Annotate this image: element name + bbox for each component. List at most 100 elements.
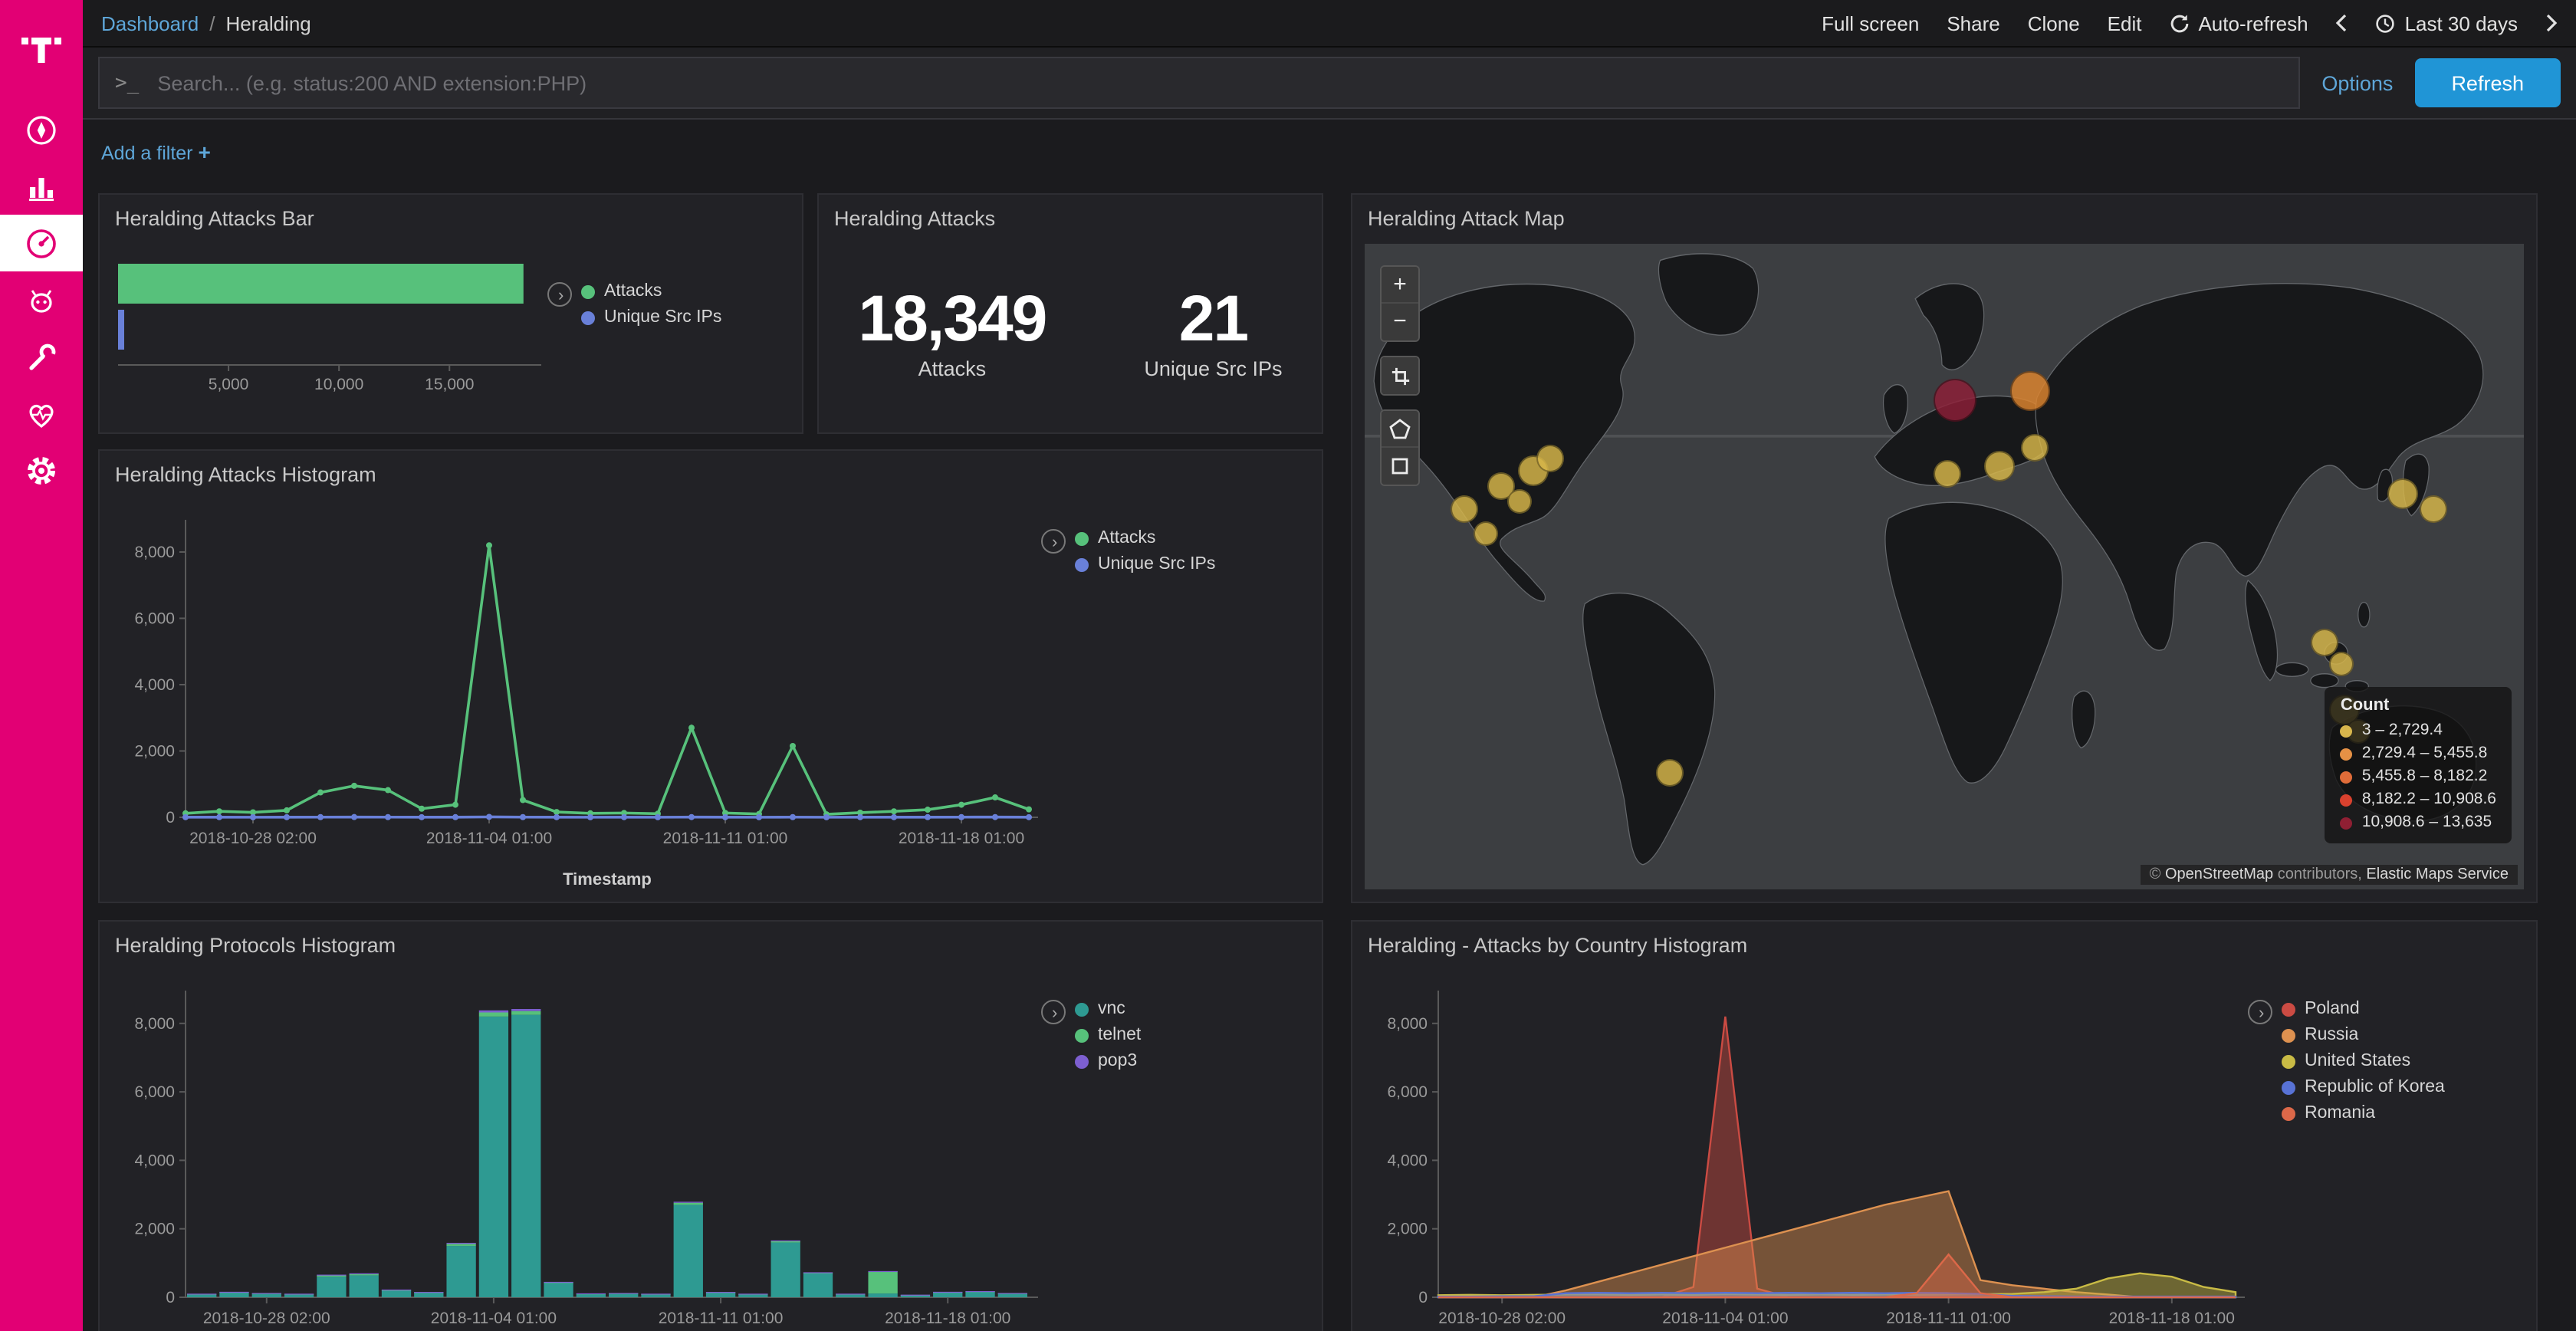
compass-icon bbox=[25, 113, 58, 146]
legend-item-united-states[interactable]: United States bbox=[2282, 1052, 2445, 1070]
attack-location-marker[interactable] bbox=[1983, 451, 2014, 481]
legend-item-pop3[interactable]: pop3 bbox=[1075, 1052, 1141, 1070]
draw-rectangle-button[interactable] bbox=[1382, 448, 1418, 485]
svg-text:15,000: 15,000 bbox=[425, 376, 474, 393]
legend-item-unique-src-ips[interactable]: Unique Src IPs bbox=[1075, 555, 1215, 573]
search-input[interactable] bbox=[154, 70, 2298, 96]
attacks-histogram-chart[interactable]: 02,0004,0006,0008,0002018-10-28 02:00201… bbox=[106, 492, 1041, 902]
metric-unique-src-ips: 21 Unique Src IPs bbox=[1144, 282, 1282, 380]
breadcrumb-separator: / bbox=[209, 12, 215, 35]
legend-dot-icon bbox=[1075, 1054, 1089, 1068]
t-mobile-logo[interactable] bbox=[0, 0, 83, 89]
svg-text:Timestamp: Timestamp bbox=[563, 869, 652, 889]
sidebar-item-dashboard[interactable] bbox=[0, 215, 83, 271]
svg-text:4,000: 4,000 bbox=[134, 676, 175, 694]
zoom-in-button[interactable]: + bbox=[1382, 267, 1418, 304]
full-screen-button[interactable]: Full screen bbox=[1822, 12, 1919, 35]
svg-text:0: 0 bbox=[166, 1289, 175, 1306]
svg-text:2018-11-18 01:00: 2018-11-18 01:00 bbox=[2109, 1310, 2235, 1327]
share-button[interactable]: Share bbox=[1947, 12, 1999, 35]
svg-text:2018-11-11 01:00: 2018-11-11 01:00 bbox=[659, 1310, 784, 1327]
heartbeat-icon bbox=[25, 396, 58, 430]
attack-location-marker[interactable] bbox=[2388, 479, 2419, 510]
add-filter-link[interactable]: Add a filter + bbox=[101, 140, 211, 164]
map-legend-row: 3 – 2,729.4 bbox=[2341, 719, 2496, 742]
svg-text:8,000: 8,000 bbox=[134, 544, 175, 561]
legend-toggle-icon[interactable]: › bbox=[2248, 1000, 2272, 1024]
attack-location-marker[interactable] bbox=[1536, 445, 1564, 472]
panel-attacks-metric: Heralding Attacks 18,349 Attacks 21 Uniq… bbox=[817, 193, 1323, 434]
panel-title: Heralding Attacks Histogram bbox=[100, 451, 1322, 492]
svg-text:8,000: 8,000 bbox=[1387, 1015, 1428, 1033]
map-legend-title: Count bbox=[2341, 696, 2496, 715]
fit-bounds-button[interactable] bbox=[1382, 357, 1418, 394]
panel-protocols-histogram: Heralding Protocols Histogram 02,0004,00… bbox=[98, 920, 1323, 1331]
attacks-bar-chart[interactable]: 5,00010,00015,000 bbox=[106, 236, 547, 425]
attack-location-marker[interactable] bbox=[2328, 652, 2353, 677]
legend-item-telnet[interactable]: telnet bbox=[1075, 1026, 1141, 1044]
attack-location-marker[interactable] bbox=[1474, 522, 1499, 547]
legend-toggle-icon[interactable]: › bbox=[1041, 529, 1066, 554]
sidebar-item-monitoring[interactable] bbox=[0, 385, 83, 442]
panel-attack-map: Heralding Attack Map bbox=[1351, 193, 2538, 903]
legend-toggle-icon[interactable]: › bbox=[1041, 1000, 1066, 1024]
sidebar-item-discover[interactable] bbox=[0, 101, 83, 158]
legend-dot-icon bbox=[2341, 771, 2353, 783]
svg-text:2018-11-11 01:00: 2018-11-11 01:00 bbox=[663, 830, 788, 847]
attack-location-marker[interactable] bbox=[2021, 433, 2049, 461]
edit-button[interactable]: Edit bbox=[2108, 12, 2142, 35]
elastic-maps-link[interactable]: Elastic Maps Service bbox=[2366, 866, 2509, 883]
time-back-button[interactable] bbox=[2336, 14, 2348, 32]
legend-item-russia[interactable]: Russia bbox=[2282, 1026, 2445, 1044]
attack-location-marker[interactable] bbox=[1933, 461, 1960, 488]
sidebar-item-dev-tools[interactable] bbox=[0, 328, 83, 385]
world-map[interactable]: + − bbox=[1365, 244, 2524, 889]
refresh-button[interactable]: Refresh bbox=[2414, 58, 2561, 107]
legend-dot-icon bbox=[581, 311, 595, 324]
options-link[interactable]: Options bbox=[2321, 71, 2393, 94]
sidebar-item-timelion[interactable] bbox=[0, 271, 83, 328]
chevron-right-icon bbox=[2545, 14, 2558, 32]
time-range-picker[interactable]: Last 30 days bbox=[2376, 12, 2518, 35]
legend-item-attacks[interactable]: Attacks bbox=[1075, 529, 1215, 547]
legend-item-vnc[interactable]: vnc bbox=[1075, 1000, 1141, 1018]
svg-text:0: 0 bbox=[166, 809, 175, 827]
breadcrumb-dashboard-link[interactable]: Dashboard bbox=[101, 12, 199, 35]
attack-location-marker[interactable] bbox=[1656, 759, 1684, 787]
openstreetmap-link[interactable]: OpenStreetMap bbox=[2165, 866, 2273, 883]
draw-polygon-button[interactable] bbox=[1382, 411, 1418, 448]
attack-location-marker[interactable] bbox=[2311, 629, 2338, 656]
attack-location-marker[interactable] bbox=[1506, 490, 1531, 514]
svg-text:4,000: 4,000 bbox=[134, 1152, 175, 1169]
attack-location-marker[interactable] bbox=[1451, 495, 1478, 522]
legend-dot-icon bbox=[2282, 1028, 2295, 1042]
svg-text:4,000: 4,000 bbox=[1387, 1152, 1428, 1169]
protocols-histogram-chart[interactable]: 02,0004,0006,0008,0002018-10-28 02:00201… bbox=[106, 963, 1041, 1331]
attack-location-marker[interactable] bbox=[2420, 496, 2447, 524]
legend-dot-icon bbox=[2282, 1054, 2295, 1068]
country-histogram-chart[interactable]: 02,0004,0006,0008,0002018-10-28 02:00201… bbox=[1359, 963, 2248, 1331]
sidebar-item-management[interactable] bbox=[0, 442, 83, 498]
wrench-icon bbox=[25, 340, 58, 373]
attack-location-marker[interactable] bbox=[1934, 380, 1976, 422]
panel-country-histogram: Heralding - Attacks by Country Histogram… bbox=[1351, 920, 2538, 1331]
rectangle-icon bbox=[1389, 455, 1411, 477]
auto-refresh-button[interactable]: Auto-refresh bbox=[2169, 12, 2308, 35]
legend-toggle-icon[interactable]: › bbox=[547, 282, 572, 307]
legend-item-republic-of-korea[interactable]: Republic of Korea bbox=[2282, 1078, 2445, 1096]
clone-button[interactable]: Clone bbox=[2028, 12, 2080, 35]
legend-item-unique-src-ips[interactable]: Unique Src IPs bbox=[581, 308, 721, 327]
sidebar-item-visualize[interactable] bbox=[0, 158, 83, 215]
legend-item-attacks[interactable]: Attacks bbox=[581, 282, 721, 301]
legend-dot-icon bbox=[2341, 725, 2353, 737]
svg-text:2018-11-11 01:00: 2018-11-11 01:00 bbox=[1886, 1310, 2011, 1327]
attack-location-marker[interactable] bbox=[2010, 370, 2050, 410]
time-forward-button[interactable] bbox=[2545, 14, 2558, 32]
zoom-out-button[interactable]: − bbox=[1382, 304, 1418, 340]
legend-item-romania[interactable]: Romania bbox=[2282, 1104, 2445, 1122]
legend-item-poland[interactable]: Poland bbox=[2282, 1000, 2445, 1018]
panel-attacks-histogram: Heralding Attacks Histogram 02,0004,0006… bbox=[98, 449, 1323, 903]
svg-text:2018-10-28 02:00: 2018-10-28 02:00 bbox=[189, 830, 317, 847]
search-box[interactable]: >_ bbox=[98, 57, 2300, 109]
svg-text:2018-10-28 02:00: 2018-10-28 02:00 bbox=[203, 1310, 330, 1327]
